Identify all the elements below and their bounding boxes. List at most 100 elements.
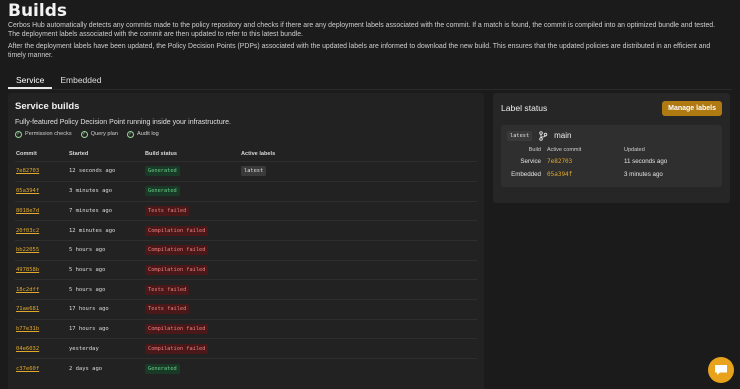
branch-name: main [554, 131, 572, 141]
panel-title: Service builds [15, 100, 80, 112]
active-labels-cell: latest [240, 161, 477, 182]
active-labels-cell [240, 279, 477, 300]
commit-cell: 05a394f [15, 180, 68, 201]
label-chip: latest [507, 130, 533, 141]
table-row: 05a394f 3 minutes ago Generated [15, 180, 477, 201]
label-status-header: Label status Manage labels [501, 100, 722, 116]
started-time: 5 hours ago [68, 279, 144, 300]
started-time: 7 minutes ago [68, 200, 144, 221]
label-updated-time: 3 minutes ago [624, 170, 663, 178]
active-labels-cell [240, 180, 477, 201]
commit-link[interactable]: 7e82703 [16, 168, 39, 174]
commit-cell: 18c2dff [15, 279, 68, 300]
build-status-cell: Generated [144, 358, 240, 379]
column-header-active-commit: Active commit [547, 146, 582, 153]
table-row: b77e31b 17 hours ago Compilation failed [15, 318, 477, 339]
feature-item: ✓ Audit log [127, 130, 159, 138]
service-builds-panel: Service builds Fully-featured Policy Dec… [8, 92, 484, 389]
status-badge: Tests failed [145, 205, 190, 216]
column-header-active-labels: Active labels [241, 150, 276, 157]
commit-cell: c37e60f [15, 358, 68, 379]
chat-widget-button[interactable] [708, 357, 734, 383]
commit-link[interactable]: 497858b [16, 267, 39, 273]
commit-link[interactable]: c37e60f [16, 366, 39, 372]
build-status-cell: Compilation failed [144, 318, 240, 339]
status-badge: Generated [145, 166, 180, 177]
active-labels-cell [240, 220, 477, 241]
status-badge: Generated [145, 186, 180, 197]
page-title: Builds [8, 1, 68, 21]
status-badge: Generated [145, 363, 180, 374]
build-status-cell: Compilation failed [144, 338, 240, 359]
feature-label: Permission checks [25, 131, 72, 138]
commit-cell: bb22055 [15, 239, 68, 261]
label-table-header-row: Build Active commit Updated [507, 145, 667, 155]
feature-item: ✓ Permission checks [15, 130, 72, 138]
commit-link[interactable]: bb22055 [16, 247, 39, 253]
commit-link[interactable]: 05a394f [16, 188, 39, 194]
started-time: yesterday [68, 338, 144, 359]
build-status-cell: Compilation failed [144, 259, 240, 280]
feature-label: Audit log [137, 131, 159, 138]
table-row: bb22055 5 hours ago Compilation failed [15, 239, 477, 261]
commit-cell: 497858b [15, 259, 68, 280]
page: Builds Cerbos Hub automatically detects … [0, 0, 740, 389]
column-header-started: Started [69, 150, 89, 157]
status-badge: Tests failed [145, 304, 190, 315]
active-labels-cell [240, 259, 477, 280]
status-badge: Compilation failed [145, 245, 209, 256]
started-time: 12 minutes ago [68, 220, 144, 241]
table-row: 18c2dff 5 hours ago Tests failed [15, 279, 477, 300]
commit-link[interactable]: 8018e7d [16, 208, 39, 214]
table-header-row: Commit Started Build status Active label… [15, 147, 477, 162]
commit-link[interactable]: 20f03c2 [16, 228, 39, 234]
active-labels-cell [240, 338, 477, 359]
commit-link[interactable]: 71ae681 [16, 306, 39, 312]
tab-embedded[interactable]: Embedded [52, 70, 109, 89]
table-row: 71ae681 17 hours ago Tests failed [15, 298, 477, 320]
commit-cell: 04e6032 [15, 338, 68, 359]
table-row: 497858b 5 hours ago Compilation failed [15, 259, 477, 280]
tab-service[interactable]: Service [8, 70, 53, 89]
feature-list: ✓ Permission checks ✓ Query plan ✓ Audit… [15, 130, 477, 138]
commit-link[interactable]: b77e31b [16, 326, 39, 332]
started-time: 17 hours ago [68, 318, 144, 339]
commit-cell: 20f03c2 [15, 220, 68, 241]
column-header-commit: Commit [16, 150, 37, 157]
description-paragraph-1: Cerbos Hub automatically detects any com… [8, 22, 716, 39]
builds-table: Commit Started Build status Active label… [15, 147, 477, 379]
commit-link[interactable]: 18c2dff [16, 287, 39, 293]
label-updated-time: 11 seconds ago [624, 157, 668, 165]
label-status-table: Build Active commit Updated Service 7e82… [507, 145, 667, 181]
chat-bubble-icon [715, 365, 727, 375]
status-badge: Compilation failed [145, 323, 209, 334]
active-labels-cell [240, 358, 477, 379]
column-header-build-status: Build status [145, 150, 178, 157]
table-row: 04e6032 yesterday Compilation failed [15, 338, 477, 359]
label-card: latest main Build Active commit Updated … [501, 124, 722, 187]
check-circle-icon: ✓ [127, 130, 135, 138]
description-paragraph-2: After the deployment labels have been up… [8, 42, 711, 60]
table-row: 7e82703 12 seconds ago Generated latest [15, 161, 477, 182]
build-status-cell: Tests failed [144, 200, 240, 221]
main-content: Service builds Fully-featured Policy Dec… [8, 92, 732, 389]
label-table-row: Embedded 05a394f 3 minutes ago [507, 168, 667, 181]
label-status-panel: Label status Manage labels latest main B… [493, 92, 730, 203]
table-row: 8018e7d 7 minutes ago Tests failed [15, 200, 477, 221]
commit-link[interactable]: 04e6032 [16, 346, 39, 352]
build-status-cell: Compilation failed [144, 220, 240, 241]
build-status-cell: Generated [144, 180, 240, 201]
status-badge: Compilation failed [145, 264, 209, 275]
started-time: 5 hours ago [68, 239, 144, 261]
label-table-row: Service 7e82703 11 seconds ago [507, 155, 667, 168]
label-chip: latest [241, 166, 267, 177]
build-tabs: Service Embedded [8, 70, 732, 90]
table-row: 20f03c2 12 minutes ago Compilation failed [15, 220, 477, 241]
active-labels-cell [240, 318, 477, 339]
check-circle-icon: ✓ [80, 130, 88, 138]
commit-cell: b77e31b [15, 318, 68, 339]
commit-cell: 8018e7d [15, 200, 68, 221]
manage-labels-button[interactable]: Manage labels [662, 100, 722, 116]
started-time: 5 hours ago [68, 259, 144, 280]
build-status-cell: Generated [144, 161, 240, 182]
